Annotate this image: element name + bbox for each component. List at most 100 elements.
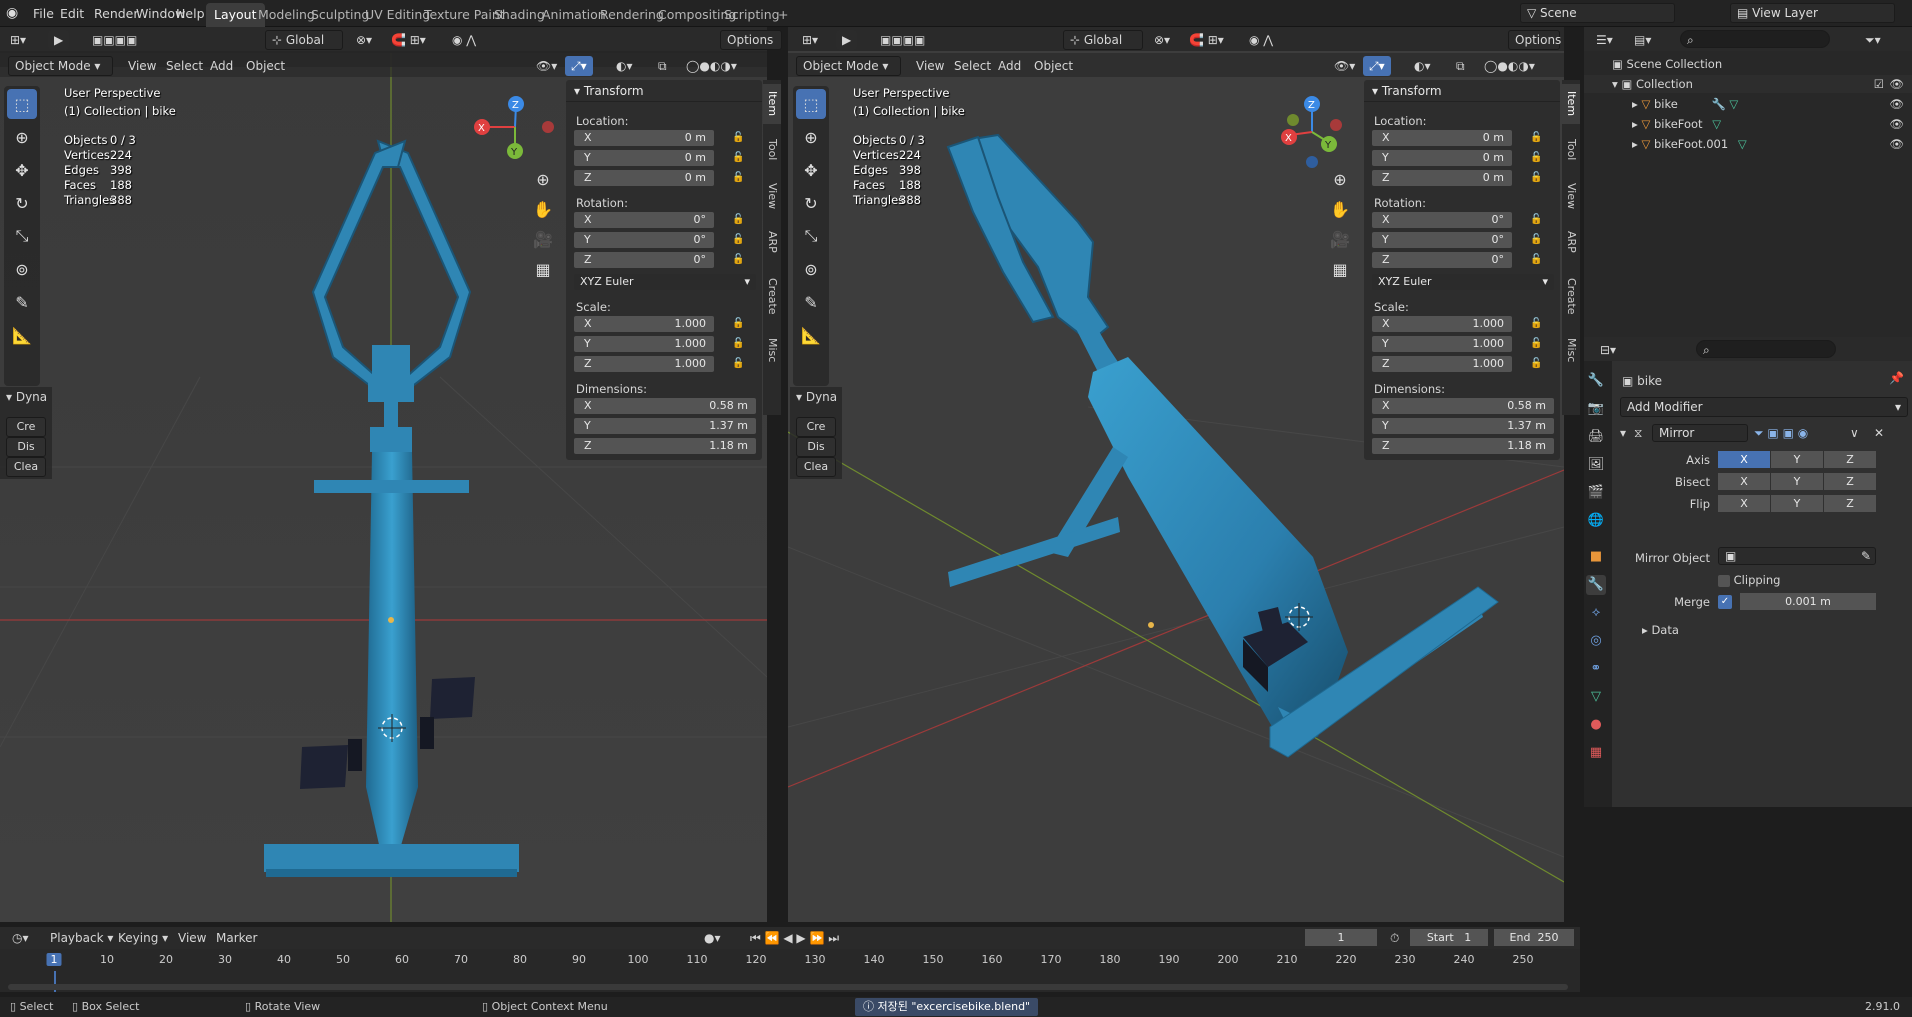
object-menu-left[interactable]: Object xyxy=(240,56,291,76)
npanel-tab-item[interactable]: Item xyxy=(1562,84,1580,124)
grid-view-icon[interactable]: ▦ xyxy=(1327,260,1353,290)
location-x-field[interactable]: X0 m xyxy=(1372,130,1512,146)
dyna-title-right[interactable]: ▾ Dyna xyxy=(790,387,842,407)
merge-distance-field[interactable]: 0.001 m xyxy=(1740,593,1876,610)
lock-icon[interactable]: 🔓 xyxy=(732,358,744,370)
location-x-field[interactable]: X0 m xyxy=(574,130,714,146)
add-menu-right[interactable]: Add xyxy=(992,56,1027,76)
visibility-icon[interactable]: 👁▾ xyxy=(1328,56,1361,76)
properties-search-input[interactable]: ⌕ xyxy=(1696,340,1836,358)
pin-icon[interactable]: 📌 xyxy=(1889,371,1904,385)
rotation-mode-dropdown[interactable]: XYZ Euler ▾ xyxy=(1372,274,1554,290)
lock-icon[interactable]: 🔓 xyxy=(732,214,744,226)
scene-selector[interactable]: ▽ Scene xyxy=(1520,3,1675,23)
select-box-tool-icon[interactable]: ⬚ xyxy=(7,89,37,119)
eyedropper-icon[interactable]: ✎ xyxy=(1861,548,1871,564)
lock-icon[interactable]: 🔓 xyxy=(732,132,744,144)
outliner-collection[interactable]: ▾ ▣ Collection ☑ 👁 xyxy=(1584,75,1912,93)
modifier-toggle-icons[interactable]: ⏷ ▣ ▣ ◉ xyxy=(1754,426,1808,441)
zoom-icon[interactable]: ⊕ xyxy=(530,170,556,200)
grid-view-icon[interactable]: ▦ xyxy=(530,260,556,290)
merge-checkbox[interactable]: ✓ xyxy=(1718,595,1732,609)
select-box-tool-icon[interactable]: ⬚ xyxy=(796,89,826,119)
display-mode-icon[interactable]: ▤▾ xyxy=(1628,30,1657,50)
shading-modes-icons[interactable]: ◯●◐◑▾ xyxy=(680,56,743,76)
mode-dropdown-left[interactable]: Object Mode ▾ xyxy=(8,56,113,76)
constraints-tab-icon[interactable]: ⚭ xyxy=(1586,659,1606,679)
dimension-y-field[interactable]: Y 1.37 m xyxy=(1372,418,1554,434)
data-tab-icon[interactable]: ▽ xyxy=(1586,687,1606,707)
transform-tool-icon[interactable]: ⊚ xyxy=(796,254,826,284)
xray-icon[interactable]: ⧉ xyxy=(1450,56,1471,76)
options-dropdown-right[interactable]: Options xyxy=(1508,30,1561,50)
npanel-tab-create[interactable]: Create xyxy=(763,268,781,324)
select-mode-icons[interactable]: ▣▣▣▣ xyxy=(874,30,931,50)
rotation-y-field[interactable]: Y 0° xyxy=(574,232,714,248)
menu-edit[interactable]: Edit xyxy=(54,3,90,24)
lock-icon[interactable]: 🔓 xyxy=(732,152,744,164)
annotate-tool-icon[interactable]: ✎ xyxy=(796,287,826,317)
npanel-tab-misc[interactable]: Misc xyxy=(763,330,781,370)
lock-icon[interactable]: 🔓 xyxy=(1530,338,1542,350)
scale-y-field[interactable]: Y 1.000 xyxy=(574,336,714,352)
scale-z-field[interactable]: Z 1.000 xyxy=(1372,356,1512,372)
add-modifier-dropdown[interactable]: Add Modifier ▾ xyxy=(1620,397,1908,417)
lock-icon[interactable]: 🔓 xyxy=(1530,172,1542,184)
lock-icon[interactable]: 🔓 xyxy=(1530,234,1542,246)
lock-icon[interactable]: 🔓 xyxy=(1530,254,1542,266)
current-frame-field[interactable]: 1 xyxy=(1305,929,1377,946)
overlay-toggle-icon[interactable]: ◐▾ xyxy=(610,56,639,76)
modifier-tab-icon[interactable]: 🔧 xyxy=(1586,575,1606,595)
view-layer-selector[interactable]: ▤ View Layer xyxy=(1730,3,1895,23)
filter-icon[interactable]: ⏷▾ xyxy=(1859,30,1887,50)
view-menu-right[interactable]: View xyxy=(910,56,950,76)
axis-y-toggle[interactable]: Y xyxy=(1771,451,1823,468)
eye-icon[interactable]: 👁 xyxy=(1889,135,1904,153)
flip-y-toggle[interactable]: Y xyxy=(1771,495,1823,512)
scale-y-field[interactable]: Y 1.000 xyxy=(1372,336,1512,352)
object-menu-right[interactable]: Object xyxy=(1028,56,1079,76)
outliner-search-input[interactable]: ⌕ xyxy=(1680,30,1830,48)
editor-type-icon[interactable]: ⊟▾ xyxy=(1594,340,1622,360)
dyna-title-left[interactable]: ▾ Dyna xyxy=(0,387,52,407)
npanel-tab-tool[interactable]: Tool xyxy=(763,130,781,170)
dyna-clear-button-left[interactable]: Clea xyxy=(6,457,46,477)
clipping-checkbox[interactable]: Clipping xyxy=(1718,573,1780,587)
lock-icon[interactable]: 🔓 xyxy=(1530,152,1542,164)
texture-tab-icon[interactable]: ▦ xyxy=(1586,743,1606,763)
bisect-y-toggle[interactable]: Y xyxy=(1771,473,1823,490)
eye-icon[interactable]: 👁 xyxy=(1889,95,1904,113)
axis-x-toggle[interactable]: X xyxy=(1718,451,1770,468)
eye-icon[interactable]: 👁 xyxy=(1889,75,1904,93)
dyna-display-button-right[interactable]: Dis xyxy=(796,437,836,457)
select-tool-icon[interactable]: ▶ xyxy=(836,30,858,50)
pivot-icon[interactable]: ⊗▾ xyxy=(350,30,378,50)
npanel-tab-arp[interactable]: ARP xyxy=(763,222,781,262)
npanel-tab-tool[interactable]: Tool xyxy=(1562,130,1580,170)
add-workspace-button[interactable]: + xyxy=(770,3,796,27)
rotate-tool-icon[interactable]: ↻ xyxy=(796,188,826,218)
measure-tool-icon[interactable]: 📐 xyxy=(7,320,37,350)
select-tool-icon[interactable]: ▶ xyxy=(48,30,70,50)
lock-icon[interactable]: 🔓 xyxy=(1530,132,1542,144)
menu-help[interactable]: Help xyxy=(170,3,211,24)
move-tool-icon[interactable]: ✥ xyxy=(796,155,826,185)
timeline-ruler[interactable]: 1 10 20 30 40 50 60 70 80 90 100 110 120 130 14… xyxy=(0,953,1580,971)
location-z-field[interactable]: Z0 m xyxy=(1372,170,1512,186)
dyna-create-button-left[interactable]: Cre xyxy=(6,417,46,437)
playback-menu[interactable]: Playback ▾ xyxy=(44,928,119,948)
physics-tab-icon[interactable]: ◎ xyxy=(1586,631,1606,651)
dyna-create-button-right[interactable]: Cre xyxy=(796,417,836,437)
orientation-dropdown-right[interactable]: ⊹ Global xyxy=(1063,30,1143,50)
object-tab-icon[interactable]: ■ xyxy=(1586,547,1606,567)
dimension-x-field[interactable]: X 0.58 m xyxy=(574,398,756,414)
scale-tool-icon[interactable]: ⤡ xyxy=(7,221,37,251)
orientation-dropdown-left[interactable]: ⊹ Global xyxy=(265,30,343,50)
add-menu-left[interactable]: Add xyxy=(204,56,239,76)
world-tab-icon[interactable]: 🌐 xyxy=(1586,511,1606,531)
checkbox-icon[interactable]: ☑ xyxy=(1874,75,1884,93)
lock-icon[interactable]: 🔓 xyxy=(1530,358,1542,370)
blender-logo-icon[interactable]: ◉ xyxy=(6,5,22,21)
xray-icon[interactable]: ⧉ xyxy=(652,56,673,76)
dimension-z-field[interactable]: Z 1.18 m xyxy=(574,438,756,454)
